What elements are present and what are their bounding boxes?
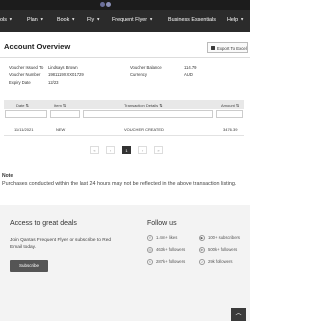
note-title: Note xyxy=(2,173,14,179)
table-row: 11/11/2021 NEW VOUCHER CREATED 3476.39 xyxy=(4,124,244,136)
social-twitter-link[interactable]: t 287k+ followers xyxy=(147,259,185,265)
pagination-prev-button[interactable]: ‹ xyxy=(106,146,115,154)
divider xyxy=(0,57,250,58)
tiktok-icon: ♪ xyxy=(199,259,205,265)
top-bar xyxy=(0,0,250,10)
page-title: Account Overview xyxy=(4,42,71,51)
linkedin-icon: in xyxy=(199,247,205,253)
cell-transaction-details: VOUCHER CREATED xyxy=(124,127,164,132)
note-text: Purchases conducted within the last 24 h… xyxy=(2,181,237,187)
chevron-down-icon: ▼ xyxy=(240,16,245,22)
social-facebook-link[interactable]: f 1.4m+ likes xyxy=(147,235,177,241)
nav-item-help[interactable]: Help ▼ xyxy=(227,16,245,24)
youtube-icon: ▶ xyxy=(199,235,205,241)
brand-logo[interactable] xyxy=(100,2,114,7)
nav-item-plan[interactable]: Plan ▼ xyxy=(27,16,44,24)
nav-item-book[interactable]: Book ▼ xyxy=(57,16,76,24)
item-filter-input[interactable] xyxy=(50,110,80,118)
cell-item: NEW xyxy=(56,127,66,132)
excel-icon xyxy=(211,46,215,50)
nav-item-fly[interactable]: Fly ▼ xyxy=(87,16,101,24)
pagination-next-button[interactable]: › xyxy=(138,146,147,154)
voucher-balance-value: 114.79 xyxy=(184,65,197,70)
chevron-down-icon: ▼ xyxy=(8,16,13,22)
twitter-icon: t xyxy=(147,259,153,265)
chevron-down-icon: ▼ xyxy=(71,16,76,22)
sort-icon: ⇅ xyxy=(62,103,67,108)
chevron-down-icon: ▼ xyxy=(96,16,101,22)
deals-text: Join Qantas Frequent Flyer or subscribe … xyxy=(10,238,112,250)
transaction-details-filter-input[interactable] xyxy=(83,110,213,118)
amount-filter-input[interactable] xyxy=(216,110,243,118)
sort-icon: ⇅ xyxy=(159,103,163,108)
voucher-number-value: 1981119XXX01729 xyxy=(48,72,84,77)
voucher-issued-to-value: Lindsays Brown xyxy=(48,65,78,70)
scroll-to-top-button[interactable]: ︿ xyxy=(231,308,246,321)
nav-item-business-essentials[interactable]: Business Essentials xyxy=(168,17,216,23)
voucher-issued-to-label: Voucher Issued To xyxy=(9,65,44,70)
pagination-first-button[interactable]: « xyxy=(90,146,99,154)
currency-label: Currency xyxy=(130,72,147,77)
column-header-date[interactable]: Date ⇅ xyxy=(16,103,29,108)
cell-date: 11/11/2021 xyxy=(14,127,34,132)
column-header-item[interactable]: Item ⇅ xyxy=(54,103,66,108)
subscribe-button[interactable]: Subscribe xyxy=(10,260,48,272)
facebook-icon: f xyxy=(147,235,153,241)
main-nav: ols ▼ Plan ▼ Book ▼ Fly ▼ Frequent Flyer ▼ Bu… xyxy=(0,10,250,32)
sort-icon: ⇅ xyxy=(25,103,29,108)
pagination-page-1[interactable]: 1 xyxy=(122,146,131,154)
currency-value: AUD xyxy=(184,72,193,77)
follow-us-title: Follow us xyxy=(147,220,177,227)
table-header: Date ⇅ Item ⇅ Transaction Details ⇅ Amou… xyxy=(4,100,244,109)
chevron-down-icon: ▼ xyxy=(149,16,154,22)
deals-title: Access to great deals xyxy=(10,220,77,227)
social-tiktok-link[interactable]: ♪ 29k followers xyxy=(199,259,232,265)
expiry-date-value: 12/23 xyxy=(48,80,59,85)
column-header-transaction-details[interactable]: Transaction Details ⇅ xyxy=(124,103,163,108)
voucher-number-label: Voucher Number xyxy=(9,72,41,77)
chevron-down-icon: ▼ xyxy=(39,16,44,22)
table-filter-row xyxy=(4,110,244,119)
date-filter-input[interactable] xyxy=(5,110,47,118)
social-instagram-link[interactable]: ◎ 463k+ followers xyxy=(147,247,185,253)
voucher-balance-label: Voucher Balance xyxy=(130,65,162,70)
nav-item-tools[interactable]: ols ▼ xyxy=(0,16,13,24)
sort-icon: ⇅ xyxy=(235,103,240,108)
pagination-last-button[interactable]: » xyxy=(154,146,163,154)
expiry-date-label: Expiry Date xyxy=(9,80,31,85)
chevron-up-icon: ︿ xyxy=(235,311,242,317)
social-linkedin-link[interactable]: in 500k+ followers xyxy=(199,247,237,253)
social-youtube-link[interactable]: ▶ 100+ subscribers xyxy=(199,235,240,241)
instagram-icon: ◎ xyxy=(147,247,153,253)
cell-amount: 3476.39 xyxy=(223,127,238,132)
nav-item-frequent-flyer[interactable]: Frequent Flyer ▼ xyxy=(112,16,154,24)
column-header-amount[interactable]: Amount ⇅ xyxy=(221,103,239,108)
export-to-excel-button[interactable]: Export To Excel xyxy=(207,42,248,53)
